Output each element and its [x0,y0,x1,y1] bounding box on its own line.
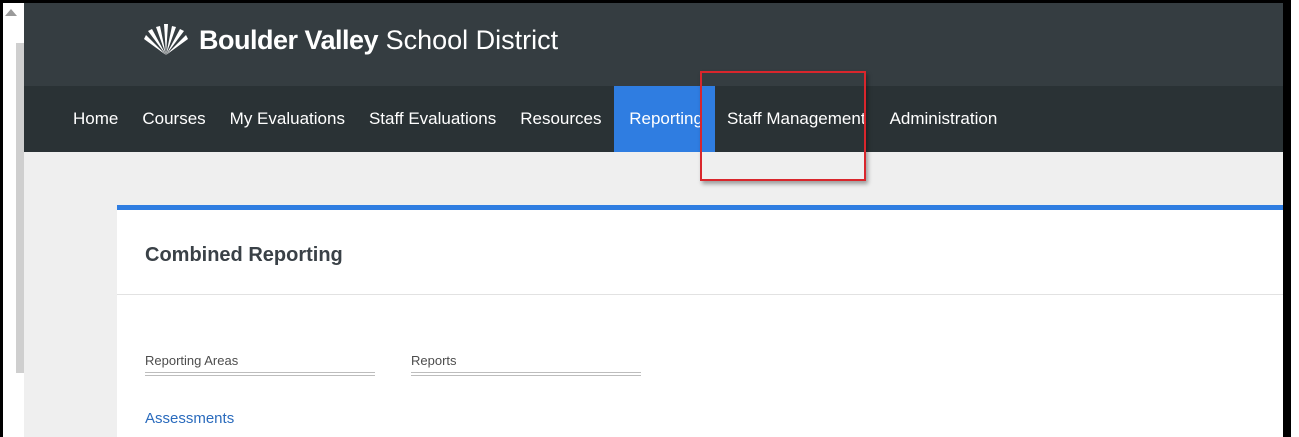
nav-item-courses[interactable]: Courses [130,86,217,152]
scrollbar-track[interactable] [16,43,24,373]
nav-item-administration[interactable]: Administration [878,86,1010,152]
browser-frame: Boulder Valley School District Home Cour… [0,0,1291,437]
page-title: Combined Reporting [145,244,343,266]
tab-reports[interactable]: Reports [411,353,641,376]
combined-reporting-panel: Combined Reporting Reporting Areas Repor… [117,205,1283,437]
district-name-bold: Boulder Valley [199,25,379,55]
panel-header: Combined Reporting [117,210,1283,295]
tab-reporting-areas[interactable]: Reporting Areas [145,353,375,376]
nav-item-my-evaluations[interactable]: My Evaluations [218,86,357,152]
left-scrollbar[interactable] [3,3,24,437]
nav-item-resources[interactable]: Resources [508,86,614,152]
brand-header: Boulder Valley School District [24,3,1283,86]
district-name-light: School District [385,25,559,55]
leaf-fan-logo-icon [144,24,188,55]
nav-item-home[interactable]: Home [24,86,130,152]
scroll-up-arrow-icon[interactable] [5,9,17,16]
nav-item-reporting[interactable]: Reporting [614,86,715,152]
nav-item-staff-management[interactable]: Staff Management [715,86,878,152]
nav-item-staff-evaluations[interactable]: Staff Evaluations [357,86,508,152]
main-nav: Home Courses My Evaluations Staff Evalua… [24,86,1283,152]
district-name[interactable]: Boulder Valley School District [199,25,558,56]
reporting-tabs: Reporting Areas Reports [145,353,677,376]
app-window: Boulder Valley School District Home Cour… [24,3,1283,437]
assessments-link[interactable]: Assessments [145,410,234,427]
